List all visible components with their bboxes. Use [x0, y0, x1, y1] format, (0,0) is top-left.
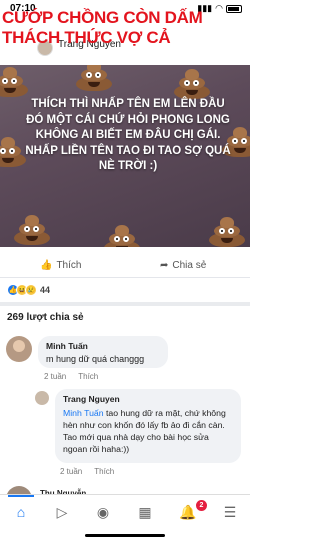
comment-time: 2 tuần	[44, 372, 67, 381]
section-divider	[0, 302, 250, 306]
marketplace-tab-icon[interactable]: ▦	[135, 503, 155, 521]
share-button[interactable]: ➦ Chia sẻ	[160, 260, 206, 271]
post-image[interactable]: THÍCH THÌ NHẤP TÊN EM LÊN ĐẦU ĐÓ MỘT CÁI…	[0, 65, 250, 247]
reaction-count: 44	[40, 285, 51, 295]
poop-emoji-icon	[100, 215, 144, 247]
active-tab-indicator	[8, 495, 34, 497]
reply-bubble: Trang Nguyen Minh Tuấn tao hung dữ ra mặ…	[55, 389, 241, 463]
post-actions: 👍 Thích ➦ Chia sẻ	[0, 252, 250, 278]
overlay-title-line2: THÁCH THỨC VỢ CẢ	[2, 28, 171, 47]
reply-avatar[interactable]	[35, 391, 49, 405]
reply-meta: 2 tuần Thích	[60, 467, 114, 476]
reply-text: Minh Tuấn tao hung dữ ra mặt, chứ không …	[63, 407, 233, 455]
commenter-avatar[interactable]	[6, 336, 32, 362]
like-label: Thích	[56, 260, 82, 271]
watch-tab-icon[interactable]: ▷	[52, 503, 72, 521]
overlay-title: CƯỚP CHỒNG CÒN DẤM THÁCH THỨC VỢ CẢ	[2, 8, 252, 48]
comment-like-link[interactable]: Thích	[78, 372, 98, 381]
overlay-title-line1: CƯỚP CHỒNG CÒN DẤM	[2, 8, 203, 27]
groups-tab-icon[interactable]: ◉	[93, 503, 113, 521]
reply-like-link[interactable]: Thích	[94, 467, 114, 476]
shares-count[interactable]: 269 lượt chia sẻ	[7, 312, 84, 323]
poop-emoji-icon	[72, 65, 116, 91]
home-indicator	[85, 534, 165, 537]
sad-reaction-icon: 😢	[25, 284, 37, 296]
poop-emoji-icon	[0, 65, 32, 97]
reply-time: 2 tuần	[60, 467, 83, 476]
home-tab-icon[interactable]: ⌂	[11, 503, 31, 521]
post-image-text: THÍCH THÌ NHẤP TÊN EM LÊN ĐẦU ĐÓ MỘT CÁI…	[25, 98, 231, 172]
thumbs-up-icon: 👍	[40, 260, 53, 271]
reaction-summary[interactable]: 👍 😆 😢 44	[7, 284, 50, 296]
comment-meta: 2 tuần Thích	[44, 372, 98, 381]
comment-bubble: Minh Tuấn m hung dữ quá changgg	[38, 336, 168, 368]
reply-mention[interactable]: Minh Tuấn	[63, 408, 104, 418]
poop-emoji-icon	[10, 205, 54, 245]
comment-text: m hung dữ quá changgg	[46, 354, 145, 364]
share-arrow-icon: ➦	[160, 260, 169, 271]
share-label: Chia sẻ	[172, 260, 207, 271]
menu-tab-icon[interactable]: ☰	[220, 503, 240, 521]
poop-emoji-icon	[170, 65, 214, 99]
like-button[interactable]: 👍 Thích	[40, 260, 81, 271]
notifications-tab-icon[interactable]: 🔔	[178, 503, 198, 521]
commenter-name[interactable]: Minh Tuấn	[46, 341, 160, 351]
poop-emoji-icon	[205, 207, 249, 247]
reply-name[interactable]: Trang Nguyen	[63, 394, 233, 404]
notification-badge: 2	[196, 500, 207, 511]
